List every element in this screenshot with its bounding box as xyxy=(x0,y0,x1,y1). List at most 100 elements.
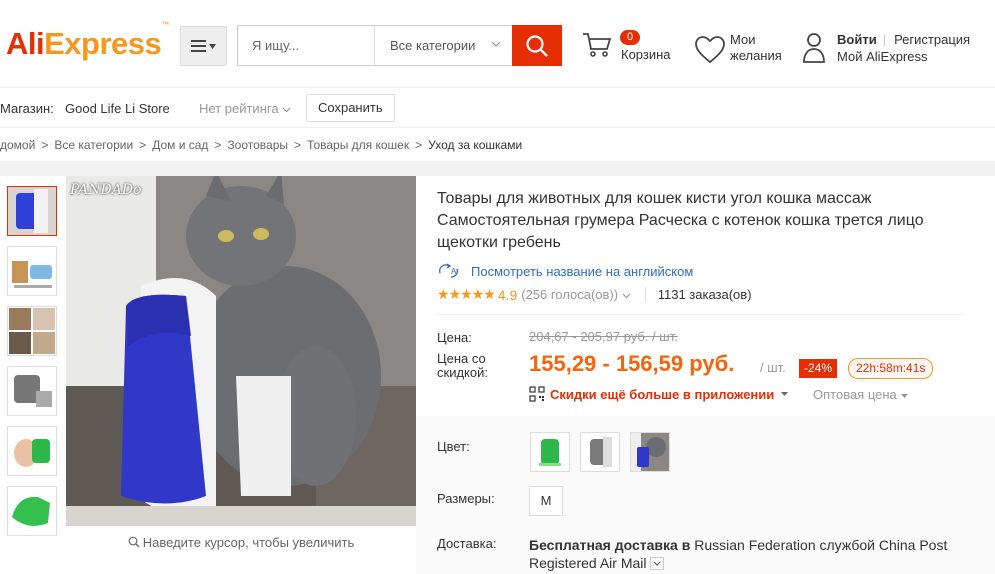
thumb-cat-brush-image xyxy=(8,187,56,235)
account-links: Войти | Регистрация Мой AliExpress xyxy=(837,31,970,65)
rating-votes[interactable]: (256 голоса(ов)) xyxy=(521,287,631,302)
wishlist-label-line2: желания xyxy=(730,48,782,63)
register-link[interactable]: Регистрация xyxy=(894,32,970,47)
translate-link-text: Посмотреть название на английском xyxy=(471,263,694,279)
site-header: AliExpress™ Все категории 0 Корзина Мои … xyxy=(0,0,995,88)
caret-down-icon xyxy=(901,394,909,398)
votes-text: (256 голоса(ов)) xyxy=(521,287,619,302)
breadcrumb-item[interactable]: Уход за кошками xyxy=(428,138,522,152)
chevron-down-icon xyxy=(282,107,291,113)
breadcrumb: домой > Все категории > Дом и сад > Зоотовары >… xyxy=(0,129,995,161)
search-icon xyxy=(128,536,140,548)
cart-count-badge: 0 xyxy=(620,30,641,45)
rating-stars: ★★★★★ xyxy=(437,286,496,302)
search-icon xyxy=(526,34,548,57)
gray-brush-swatch xyxy=(581,433,619,471)
logo-text-express: Express xyxy=(44,26,162,61)
search-input[interactable] xyxy=(238,26,373,65)
countdown-timer: 22h:58m:41s xyxy=(848,358,934,379)
breadcrumb-item[interactable]: Зоотовары xyxy=(227,138,288,152)
discount-badge: -24% xyxy=(799,359,838,378)
login-link[interactable]: Войти xyxy=(837,32,877,47)
photo-watermark: PANDADo xyxy=(70,182,142,198)
breadcrumb-item[interactable]: Товары для кошек xyxy=(307,138,409,152)
store-rating-text: Нет рейтинга xyxy=(199,101,279,116)
shipping-dropdown-button[interactable] xyxy=(650,556,665,570)
chevron-down-icon xyxy=(491,41,501,47)
thumb-product-image xyxy=(8,247,56,295)
breadcrumb-separator: > xyxy=(415,138,423,152)
price-label: Цена: xyxy=(437,330,472,345)
product-info: Товары для животных для кошек кисти угол… xyxy=(416,176,995,574)
thumbnail-1[interactable] xyxy=(7,186,57,236)
shipping-info: Бесплатная доставка в Russian Federation… xyxy=(529,536,969,572)
main-product-image-area: PANDADo Наведите курсор, чтобы увеличить xyxy=(66,176,416,574)
wishlist-label-line1: Мои xyxy=(730,32,756,47)
logo-text-ali: Ali xyxy=(6,26,45,61)
discount-price-label: Цена со скидкой: xyxy=(437,351,488,380)
qr-code-icon xyxy=(529,386,545,402)
cart-icon[interactable] xyxy=(582,31,612,59)
breadcrumb-separator: > xyxy=(139,138,147,152)
my-aliexpress-link[interactable]: Мой AliExpress xyxy=(837,48,970,65)
size-label: Размеры: xyxy=(437,491,495,506)
breadcrumb-separator: > xyxy=(41,138,49,152)
user-icon[interactable] xyxy=(802,32,826,64)
cart-link[interactable]: Корзина xyxy=(621,47,671,62)
breadcrumb-item[interactable]: Все категории xyxy=(54,138,133,152)
rating-score: 4.9 xyxy=(497,286,518,303)
store-rating[interactable]: Нет рейтинга xyxy=(199,101,291,116)
product-title: Товары для животных для кошек кисти угол… xyxy=(437,190,924,251)
translate-title-link[interactable]: A Посмотреть название на английском xyxy=(437,263,693,279)
thumb-collage-image xyxy=(8,307,56,355)
orders-count: 1131 заказа(ов) xyxy=(644,287,752,302)
price-unit: / шт. xyxy=(760,360,786,375)
zoom-hint: Наведите курсор, чтобы увеличить xyxy=(66,535,416,550)
old-price: 204,67 - 205,97 руб. / шт. xyxy=(529,329,678,344)
thumbnail-4[interactable] xyxy=(7,366,57,416)
breadcrumb-item[interactable]: домой xyxy=(0,138,35,152)
thumb-green-brush-hand-image xyxy=(8,427,56,475)
divider: | xyxy=(882,32,887,47)
rating-row: ★★★★★ 4.9 (256 голоса(ов)) 1131 заказа(о… xyxy=(437,286,752,303)
svg-text:A: A xyxy=(451,267,457,276)
color-option-gray[interactable] xyxy=(580,432,620,472)
blue-brush-swatch xyxy=(631,433,669,471)
chevron-down-icon xyxy=(653,561,661,566)
translate-icon: A xyxy=(438,263,459,278)
app-discount-text: Скидки ещё больше в приложении xyxy=(550,386,775,402)
zoom-hint-text: Наведите курсор, чтобы увеличить xyxy=(142,535,355,550)
green-brush-swatch xyxy=(531,433,569,471)
breadcrumb-item[interactable]: Дом и сад xyxy=(152,138,208,152)
main-product-photo[interactable]: PANDADo xyxy=(66,176,416,526)
breadcrumb-separator: > xyxy=(214,138,222,152)
chevron-down-icon xyxy=(622,293,631,299)
color-option-green[interactable] xyxy=(530,432,570,472)
save-store-button[interactable]: Сохранить xyxy=(306,94,395,122)
heart-icon[interactable] xyxy=(695,36,725,64)
search-button[interactable] xyxy=(512,25,562,66)
thumbnail-list xyxy=(0,176,66,574)
wholesale-text: Оптовая цена xyxy=(813,387,897,402)
thumbnail-6[interactable] xyxy=(7,486,57,536)
category-select[interactable]: Все категории xyxy=(374,26,513,65)
wishlist-link[interactable]: Мои желания xyxy=(730,32,782,64)
size-option-m[interactable]: M xyxy=(529,486,563,516)
wholesale-price-dropdown[interactable]: Оптовая цена xyxy=(813,387,909,402)
aliexpress-logo[interactable]: AliExpress™ xyxy=(6,20,169,62)
color-label: Цвет: xyxy=(437,439,470,454)
thumbnail-3[interactable] xyxy=(7,306,57,356)
store-name-link[interactable]: Good Life Li Store xyxy=(65,101,170,116)
divider xyxy=(437,314,963,315)
thumbnail-5[interactable] xyxy=(7,426,57,476)
categories-menu-button[interactable] xyxy=(180,26,227,66)
store-bar: Магазин: Good Life Li Store Нет рейтинга… xyxy=(0,88,995,128)
color-option-blue[interactable] xyxy=(630,432,670,472)
store-label: Магазин: xyxy=(0,101,54,116)
thumb-gray-brush-image xyxy=(8,367,56,415)
thumbnail-2[interactable] xyxy=(7,246,57,296)
thumb-green-brush-image xyxy=(8,487,56,535)
caret-down-icon xyxy=(781,392,789,396)
app-discount-link[interactable]: Скидки ещё больше в приложении xyxy=(529,386,794,402)
shipping-free-text: Бесплатная доставка в xyxy=(529,537,691,553)
